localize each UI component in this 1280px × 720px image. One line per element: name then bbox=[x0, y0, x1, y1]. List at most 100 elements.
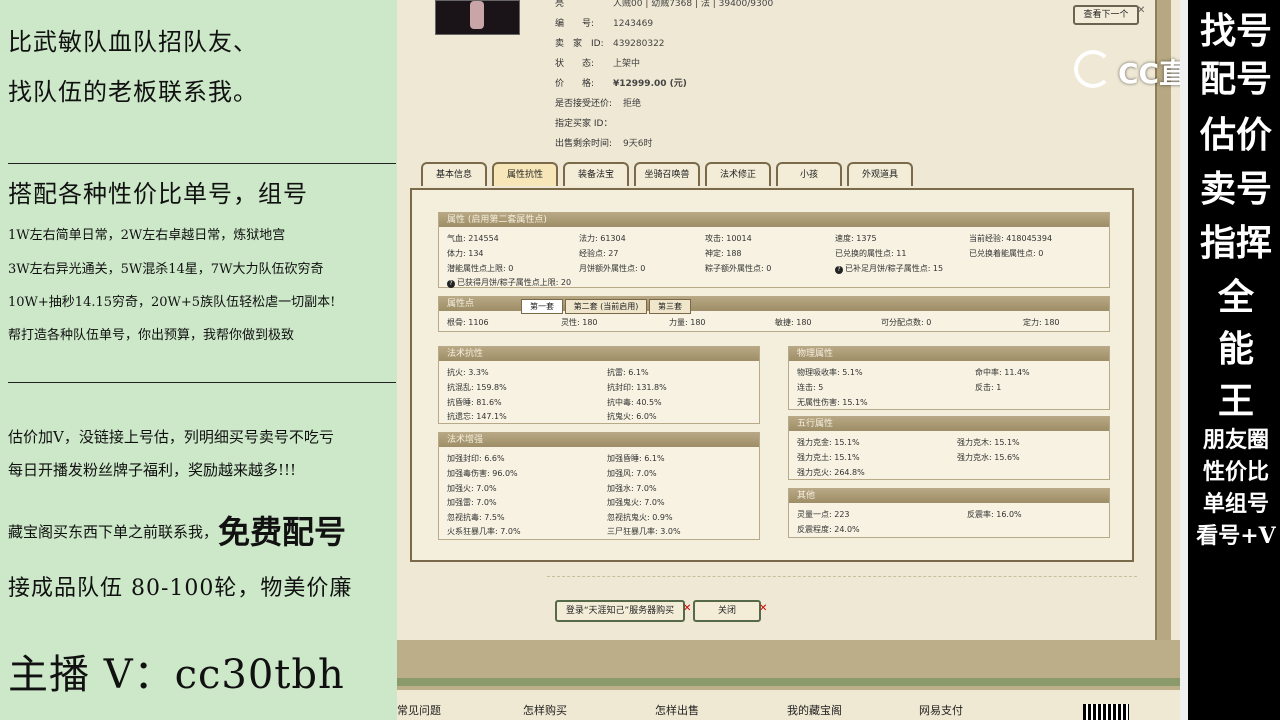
promo-line-1: 比武敏队血队招队友、 bbox=[8, 28, 258, 56]
view-next-button[interactable]: 查看下一个 bbox=[1073, 5, 1139, 25]
tab-appearance[interactable]: 外观道具 bbox=[847, 162, 913, 186]
info-label: 卖 家 ID: bbox=[555, 39, 604, 49]
footer-link-faq[interactable]: 常见问题 bbox=[397, 702, 441, 718]
info-row-status: 状 态: 上架中 bbox=[555, 56, 640, 69]
right-big-4: 卖号 bbox=[1199, 168, 1272, 210]
qr-code bbox=[1083, 704, 1129, 720]
close-icon[interactable]: ✕ bbox=[683, 603, 691, 614]
tab-point-set-2[interactable]: 第二套 (当前启用) bbox=[565, 299, 647, 314]
attr-cell-help: ? 已获得月饼/粽子属性点上限: 20 bbox=[447, 277, 571, 288]
site-footer: 常见问题 怎样购买 怎样出售 我的藏宝阁 网易支付 bbox=[397, 690, 1180, 720]
tab-point-set-3[interactable]: 第三套 bbox=[649, 299, 691, 314]
attr-cell: 已兑换着能属性点: 0 bbox=[969, 249, 1044, 258]
attr-cell: 当前经验: 418045394 bbox=[969, 234, 1053, 243]
close-icon[interactable]: ✕ bbox=[759, 603, 767, 614]
info-row-id: 编 号: 1243469 bbox=[555, 16, 653, 29]
point-cell: 根骨: 1106 bbox=[447, 318, 489, 327]
help-icon[interactable]: ? bbox=[835, 266, 843, 274]
spell-enhance-title: 法术增强 bbox=[439, 433, 759, 447]
stat-cell: 无属性伤害: 15.1% bbox=[797, 398, 868, 407]
spell-enhance-box: 法术增强 加强封印: 6.6% 加强昏睡: 6.1% 加强毒伤害: 96.0% … bbox=[438, 432, 760, 540]
divider bbox=[547, 576, 1137, 577]
tab-basic-info[interactable]: 基本信息 bbox=[421, 162, 487, 186]
attr-cell: 法力: 61304 bbox=[579, 234, 626, 243]
trade-window: 亮 人贼00 | 幼贼7368 | 法 | 39400/9300 编 号: 1243… bbox=[397, 0, 1180, 720]
tab-attributes[interactable]: 属性抗性 bbox=[492, 162, 558, 186]
spell-resistance-title: 法术抗性 bbox=[439, 347, 759, 361]
elements-box: 五行属性 强力克金: 15.1% 强力克木: 15.1% 强力克土: 15.1%… bbox=[788, 416, 1110, 480]
info-row-seller: 卖 家 ID: 439280322 bbox=[555, 36, 665, 49]
promo-panel-left: 比武敏队血队招队友、 找队伍的老板联系我。 搭配各种性价比单号，组号 1W左右简… bbox=[0, 0, 397, 720]
promo-mid-1: 估价加V，没链接上号估，列明细买号卖号不吃亏 bbox=[8, 428, 334, 446]
stat-cell: 加强昏睡: 6.1% bbox=[607, 454, 665, 463]
info-value: 439280322 bbox=[613, 39, 665, 49]
attr-cell: 体力: 134 bbox=[447, 249, 484, 258]
point-cell: 定力: 180 bbox=[1023, 318, 1060, 327]
right-big-2: 配号 bbox=[1199, 58, 1272, 100]
attr-cell: 攻击: 10014 bbox=[705, 234, 752, 243]
stat-cell: 三尸狂暴几率: 3.0% bbox=[607, 527, 681, 536]
promo-heading-combos: 搭配各种性价比单号，组号 bbox=[8, 180, 308, 208]
scrollbar-vertical[interactable] bbox=[1180, 0, 1188, 720]
promo-small-1: 1W左右简单日常，2W左右卓越日常，炼狱地宫 bbox=[8, 228, 286, 243]
info-label: 指定买家 ID： bbox=[555, 119, 613, 129]
info-label: 编 号: bbox=[555, 19, 595, 29]
stat-cell: 物理吸收率: 5.1% bbox=[797, 368, 863, 377]
stat-cell: 抗混乱: 159.8% bbox=[447, 383, 507, 392]
attr-cell: 粽子额外属性点: 0 bbox=[705, 264, 772, 273]
stat-cell: 忽视抗毒: 7.5% bbox=[447, 513, 505, 522]
info-value: 上架中 bbox=[613, 59, 641, 69]
info-value: 拒绝 bbox=[623, 99, 642, 109]
attributes-content: 属性 (启用第二套属性点) 气血: 214554 法力: 61304 攻击: 1… bbox=[410, 188, 1134, 562]
physical-title: 物理属性 bbox=[789, 347, 1109, 361]
promo-small-3: 10W+抽秒14.15穷奇，20W+5族队伍轻松虐一切副本! bbox=[8, 295, 336, 310]
info-label: 亮 bbox=[555, 0, 565, 9]
tab-point-set-1[interactable]: 第一套 bbox=[521, 299, 563, 314]
info-row-time: 出售剩余时间: 9天6时 bbox=[555, 136, 652, 149]
stat-cell: 加强风: 7.0% bbox=[607, 469, 657, 478]
info-value: 9天6时 bbox=[623, 139, 653, 149]
tab-spell-mods[interactable]: 法术修正 bbox=[705, 162, 771, 186]
right-big-7: 能 bbox=[1217, 328, 1254, 370]
info-row-bargain: 是否接受还价: 拒绝 bbox=[555, 96, 641, 109]
physical-box: 物理属性 物理吸收率: 5.1% 命中率: 11.4% 连击: 5 反击: 1 … bbox=[788, 346, 1110, 410]
stat-cell: 加强鬼火: 7.0% bbox=[607, 498, 665, 507]
info-row-top: 亮 人贼00 | 幼贼7368 | 法 | 39400/9300 bbox=[555, 0, 773, 9]
info-row-price: 价 格: ¥12999.00 (元) bbox=[555, 76, 687, 89]
tab-mounts-pets[interactable]: 坐骑召唤兽 bbox=[634, 162, 700, 186]
other-title: 其他 bbox=[789, 489, 1109, 503]
right-big-8: 王 bbox=[1217, 380, 1254, 422]
info-label: 是否接受还价: bbox=[555, 99, 613, 109]
point-cell: 力量: 180 bbox=[669, 318, 706, 327]
right-small-4: 看号+V bbox=[1196, 523, 1276, 549]
attr-cell: 已获得月饼/粽子属性点上限: 20 bbox=[457, 278, 572, 287]
attribute-box-title: 属性 (启用第二套属性点) bbox=[439, 213, 1109, 227]
right-big-1: 找号 bbox=[1199, 10, 1272, 52]
tab-children[interactable]: 小孩 bbox=[776, 162, 842, 186]
promo-panel-right: 找号 配号 估价 卖号 指挥 全 能 王 朋友圈 性价比 单组号 看号+V bbox=[1180, 0, 1280, 720]
spell-resistance-box: 法术抗性 抗火: 3.3% 抗雷: 6.1% 抗混乱: 159.8% 抗封印: … bbox=[438, 346, 760, 424]
tab-equipment[interactable]: 装备法宝 bbox=[563, 162, 629, 186]
attr-cell: 气血: 214554 bbox=[447, 234, 499, 243]
close-button[interactable]: 关闭 bbox=[693, 600, 761, 622]
close-icon[interactable]: ✕ bbox=[1137, 5, 1145, 16]
stat-cell: 抗遗忘: 147.1% bbox=[447, 412, 507, 421]
divider bbox=[8, 163, 396, 164]
stat-cell: 反震率: 16.0% bbox=[967, 510, 1022, 519]
stat-cell: 加强毒伤害: 96.0% bbox=[447, 469, 518, 478]
footer-link-how-to-buy[interactable]: 怎样购买 bbox=[523, 702, 567, 718]
stat-cell: 加强火: 7.0% bbox=[447, 484, 497, 493]
footer-link-my-treasure[interactable]: 我的藏宝阁 bbox=[787, 702, 842, 718]
attr-cell-help: ? 已补足月饼/粽子属性点: 15 bbox=[835, 263, 943, 274]
help-icon[interactable]: ? bbox=[447, 280, 455, 288]
promo-free-match: 免费配号 bbox=[218, 513, 347, 551]
right-big-3: 估价 bbox=[1199, 114, 1272, 156]
stat-cell: 抗雷: 6.1% bbox=[607, 368, 649, 377]
footer-link-how-to-sell[interactable]: 怎样出售 bbox=[655, 702, 699, 718]
promo-small-2: 3W左右异光通关，5W混杀14星，7W大力队伍砍穷奇 bbox=[8, 262, 324, 277]
login-buy-button[interactable]: 登录“天涯知己”服务器购买 bbox=[555, 600, 685, 622]
stat-cell: 忽视抗鬼火: 0.9% bbox=[607, 513, 673, 522]
scrollbar-horizontal[interactable] bbox=[397, 678, 1180, 686]
cc-logo-icon bbox=[1074, 50, 1112, 88]
footer-link-netease-pay[interactable]: 网易支付 bbox=[919, 702, 963, 718]
